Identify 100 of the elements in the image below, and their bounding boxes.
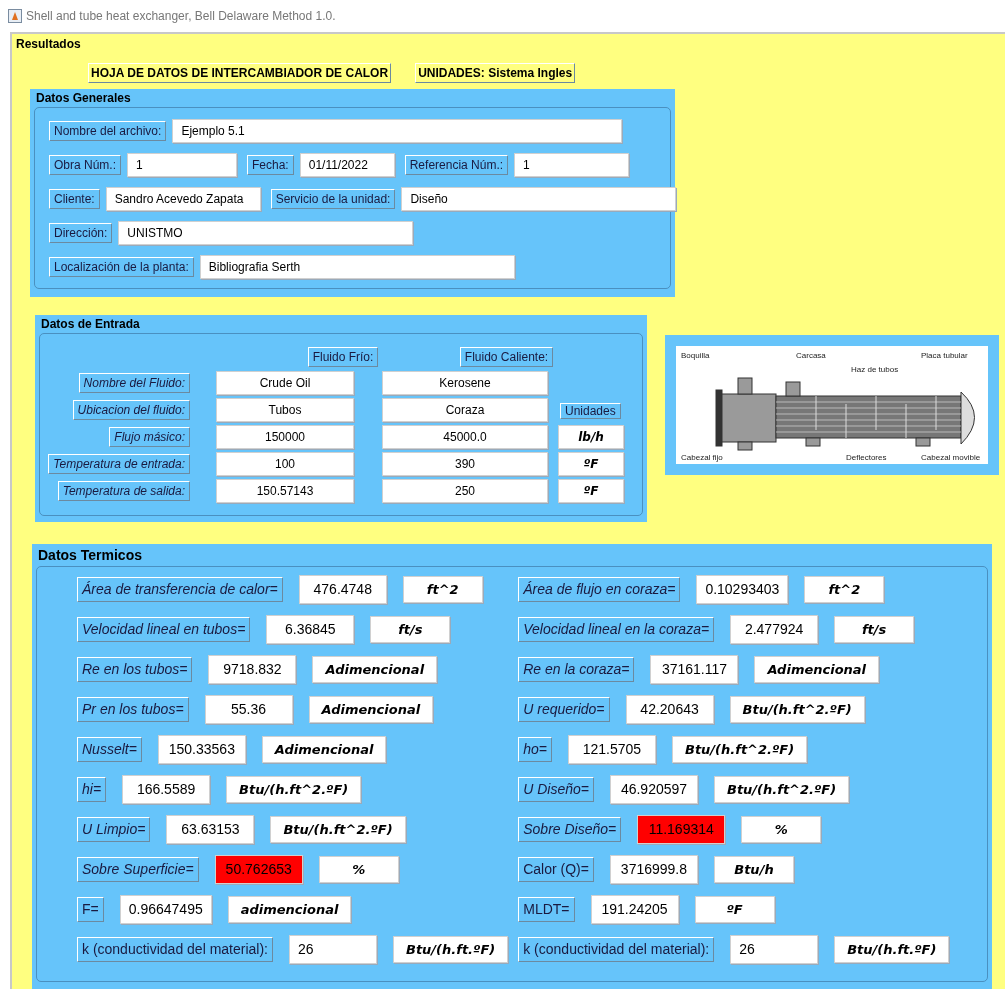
field-label: Calor (Q)= <box>518 857 594 882</box>
unit-field: Btu/(h.ft^2.ºF) <box>714 775 850 804</box>
unit-field: % <box>741 815 822 844</box>
window-title: Shell and tube heat exchanger, Bell Delaware Method 1.0. <box>26 8 336 25</box>
field-label: Re en los tubos= <box>77 657 193 682</box>
field-label: Servicio de la unidad: <box>270 189 396 209</box>
field-label: k (conductividad del material): <box>518 937 715 962</box>
value-field[interactable]: 3716999.8 <box>609 855 698 884</box>
unit-field: ft^2 <box>804 575 885 604</box>
field-label: Unidades <box>560 403 621 419</box>
section-title: Datos Termicos <box>37 546 143 565</box>
value-field[interactable]: Ejemplo 5.1 <box>172 119 623 143</box>
field-label: U requerido= <box>518 697 610 722</box>
diagram-label: Haz de tubos <box>851 365 899 374</box>
app-icon <box>8 9 22 23</box>
field-label: Dirección: <box>49 223 113 243</box>
diagram-label: Boquilla <box>681 351 710 360</box>
value-field[interactable]: 26 <box>289 935 377 964</box>
value-field[interactable]: 166.5589 <box>122 775 211 804</box>
unit-field: lb/h <box>558 425 624 449</box>
field-label: Nusselt= <box>77 737 142 762</box>
unit-field: ft/s <box>370 615 451 644</box>
field-label: Referencia Núm.: <box>404 155 509 175</box>
value-field[interactable]: 45000.0 <box>382 425 548 449</box>
value-field[interactable]: Crude Oil <box>216 371 354 395</box>
unit-field: adimencional <box>227 895 352 924</box>
field-label: Área de transferencia de calor= <box>77 577 283 602</box>
value-field[interactable]: Kerosene <box>382 371 548 395</box>
field-label: Obra Núm.: <box>49 155 121 175</box>
field-label: Fluido Frío: <box>307 347 379 367</box>
unit-field: Btu/(h.ft.ºF) <box>834 935 950 964</box>
value-field[interactable]: 1 <box>514 153 630 177</box>
unit-field: Adimencional <box>261 735 387 764</box>
value-field[interactable]: 01/11/2022 <box>299 153 395 177</box>
field-label: Velocidad lineal en la coraza= <box>518 617 715 642</box>
unit-field: Adimencional <box>308 695 434 724</box>
value-field[interactable]: 0.96647495 <box>119 895 212 924</box>
value-field[interactable]: Bibliografia Serth <box>199 255 515 279</box>
value-field[interactable]: 390 <box>382 452 548 476</box>
field-label: k (conductividad del material): <box>77 937 273 962</box>
unit-field: ºF <box>558 452 624 476</box>
heading-label: UNIDADES: Sistema Ingles <box>415 63 576 83</box>
field-label: Flujo másico: <box>109 427 190 447</box>
value-field[interactable]: Tubos <box>216 398 354 422</box>
field-label: Temperatura de entrada: <box>48 454 190 474</box>
value-field[interactable]: 63.63153 <box>166 815 255 844</box>
value-field[interactable]: 1 <box>127 153 237 177</box>
heading-label: HOJA DE DATOS DE INTERCAMBIADOR DE CALOR <box>88 63 392 83</box>
value-field[interactable]: 37161.117 <box>650 655 739 684</box>
value-field[interactable]: 100 <box>216 452 354 476</box>
field-label: Sobre Superficie= <box>77 857 199 882</box>
value-field[interactable]: 2.477924 <box>730 615 819 644</box>
unit-field: ft^2 <box>402 575 483 604</box>
value-field[interactable]: 6.36845 <box>266 615 355 644</box>
value-field[interactable]: Diseño <box>401 187 677 211</box>
value-field[interactable]: 55.36 <box>204 695 293 724</box>
value-field[interactable]: 150000 <box>216 425 354 449</box>
value-field[interactable]: 50.762653 <box>214 855 303 884</box>
field-label: Fluido Caliente: <box>459 347 554 367</box>
value-field[interactable]: 46.920597 <box>610 775 698 804</box>
field-label: F= <box>77 897 104 922</box>
field-label: Cliente: <box>49 189 100 209</box>
value-field[interactable]: Coraza <box>382 398 548 422</box>
field-label: Fecha: <box>247 155 294 175</box>
field-label: ho= <box>518 737 552 762</box>
unit-field: Btu/(h.ft^2.ºF) <box>671 735 808 764</box>
value-field[interactable]: 150.57143 <box>216 479 354 503</box>
field-label: Nombre del archivo: <box>49 121 167 141</box>
field-label: Localización de la planta: <box>49 257 194 277</box>
value-field[interactable]: 191.24205 <box>590 895 679 924</box>
unit-field: Adimencional <box>754 655 880 684</box>
field-label: Área de flujo en coraza= <box>518 577 681 602</box>
field-label: Pr en los tubos= <box>77 697 189 722</box>
unit-field: ft/s <box>834 615 915 644</box>
field-label: MLDT= <box>518 897 575 922</box>
unit-field: ºF <box>558 479 624 503</box>
field-label: Nombre del Fluido: <box>78 373 190 393</box>
value-field[interactable]: Sandro Acevedo Zapata <box>105 187 261 211</box>
value-field[interactable]: 121.5705 <box>567 735 656 764</box>
section-title: Datos de Entrada <box>40 316 141 333</box>
field-label: Temperatura de salida: <box>57 481 190 501</box>
value-field[interactable]: 11.169314 <box>637 815 726 844</box>
diagram-label: Placa tubular <box>921 351 968 360</box>
unit-field: Btu/(h.ft^2.ºF) <box>729 695 865 724</box>
value-field[interactable]: 150.33563 <box>157 735 246 764</box>
value-field[interactable]: 9718.832 <box>208 655 297 684</box>
field-label: Re en la coraza= <box>518 657 635 682</box>
diagram-label: Deflectores <box>846 453 887 462</box>
field-label: hi= <box>77 777 107 802</box>
value-field[interactable]: 250 <box>382 479 548 503</box>
unit-field: Btu/(h.ft.ºF) <box>393 935 509 964</box>
value-field[interactable]: 476.4748 <box>298 575 387 604</box>
unit-field: Btu/(h.ft^2.ºF) <box>226 775 362 804</box>
unit-field: Btu/(h.ft^2.ºF) <box>270 815 406 844</box>
field-label: Sobre Diseño= <box>518 817 622 842</box>
value-field[interactable]: 42.20643 <box>625 695 714 724</box>
diagram-label: Cabezal fijo <box>681 453 723 462</box>
value-field[interactable]: UNISTMO <box>118 221 414 245</box>
value-field[interactable]: 0.10293403 <box>696 575 789 604</box>
value-field[interactable]: 26 <box>730 935 819 964</box>
